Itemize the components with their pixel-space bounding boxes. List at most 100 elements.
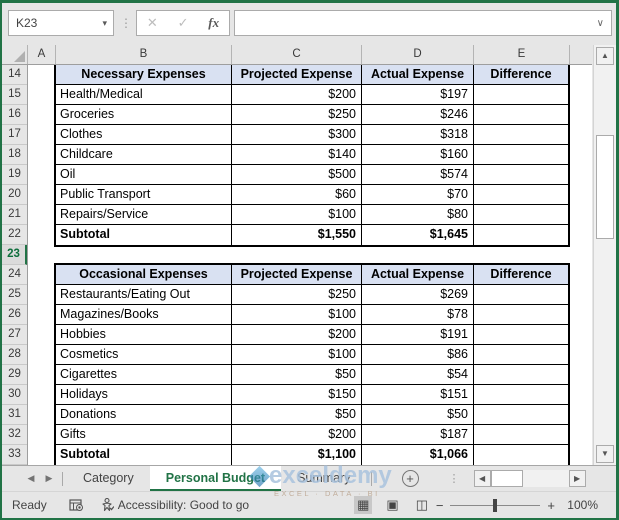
column-header-c[interactable]: C <box>232 45 362 64</box>
cell[interactable]: Actual Expense <box>362 265 474 285</box>
cell[interactable]: $246 <box>362 105 474 125</box>
cell[interactable]: Projected Expense <box>232 265 362 285</box>
cell[interactable]: $1,100 <box>232 445 362 465</box>
cell[interactable]: $318 <box>362 125 474 145</box>
cell[interactable]: $54 <box>362 365 474 385</box>
select-all-button[interactable] <box>2 45 28 64</box>
scroll-down-icon[interactable]: ▼ <box>596 445 614 463</box>
cell[interactable]: Occasional Expenses <box>56 265 232 285</box>
cell[interactable]: $574 <box>362 165 474 185</box>
row-header-25[interactable]: 25 <box>2 285 27 305</box>
cell[interactable] <box>474 285 568 305</box>
vertical-scroll-thumb[interactable] <box>596 135 614 239</box>
cell[interactable]: $151 <box>362 385 474 405</box>
cell[interactable]: $100 <box>232 205 362 225</box>
cell[interactable]: $50 <box>232 365 362 385</box>
row-header-24[interactable]: 24 <box>2 265 27 285</box>
insert-function-icon[interactable]: fx <box>208 15 219 31</box>
cancel-icon[interactable]: ✕ <box>147 15 158 31</box>
cell[interactable]: Subtotal <box>56 225 232 245</box>
cell[interactable]: Hobbies <box>56 325 232 345</box>
cell[interactable]: Difference <box>474 265 568 285</box>
zoom-level-label[interactable]: 100% <box>562 498 598 512</box>
sheet-grid[interactable]: Necessary Expenses Projected Expense Actua… <box>28 65 592 465</box>
cell[interactable]: Health/Medical <box>56 85 232 105</box>
cell[interactable] <box>474 345 568 365</box>
cell[interactable]: $60 <box>232 185 362 205</box>
cell[interactable]: Holidays <box>56 385 232 405</box>
macro-record-icon[interactable] <box>69 498 84 512</box>
tab-nav-right-icon[interactable]: ▶ <box>40 466 58 491</box>
row-header-32[interactable]: 32 <box>2 425 27 445</box>
cell[interactable]: $100 <box>232 345 362 365</box>
expand-formula-bar-icon[interactable]: ∨ <box>597 12 604 36</box>
cell[interactable] <box>474 85 568 105</box>
cell[interactable]: Gifts <box>56 425 232 445</box>
cell[interactable]: Childcare <box>56 145 232 165</box>
page-break-preview-icon[interactable]: ◫ <box>413 496 431 514</box>
column-header-a[interactable]: A <box>28 45 56 64</box>
tab-nav-left-icon[interactable]: ◀ <box>22 466 40 491</box>
cell[interactable]: $150 <box>232 385 362 405</box>
cell[interactable]: Projected Expense <box>232 65 362 85</box>
cell[interactable] <box>474 325 568 345</box>
cell[interactable]: Difference <box>474 65 568 85</box>
row-header-18[interactable]: 18 <box>2 145 27 165</box>
cell[interactable] <box>474 405 568 425</box>
formula-input[interactable]: ∨ <box>234 10 612 36</box>
row-header-20[interactable]: 20 <box>2 185 27 205</box>
cell[interactable] <box>474 125 568 145</box>
cell[interactable]: $250 <box>232 285 362 305</box>
cell[interactable]: $269 <box>362 285 474 305</box>
zoom-out-icon[interactable]: − <box>436 498 444 513</box>
cell[interactable]: $250 <box>232 105 362 125</box>
cell[interactable] <box>474 225 568 245</box>
cell[interactable] <box>474 425 568 445</box>
cell[interactable]: Subtotal <box>56 445 232 465</box>
row-header-22[interactable]: 22 <box>2 225 27 245</box>
cell[interactable] <box>474 445 568 465</box>
cell[interactable] <box>474 305 568 325</box>
row-header-29[interactable]: 29 <box>2 365 27 385</box>
cell[interactable]: $160 <box>362 145 474 165</box>
cell[interactable]: $197 <box>362 85 474 105</box>
vertical-scrollbar[interactable]: ▲ ▼ <box>593 45 616 465</box>
cell[interactable]: $1,550 <box>232 225 362 245</box>
row-header-23[interactable]: 23 <box>2 245 27 265</box>
row-header-15[interactable]: 15 <box>2 85 27 105</box>
cell[interactable]: Oil <box>56 165 232 185</box>
cell[interactable]: $500 <box>232 165 362 185</box>
row-header-31[interactable]: 31 <box>2 405 27 425</box>
cell[interactable]: Cigarettes <box>56 365 232 385</box>
row-header-26[interactable]: 26 <box>2 305 27 325</box>
cell[interactable]: $187 <box>362 425 474 445</box>
row-header-33[interactable]: 33 <box>2 445 27 465</box>
cell[interactable]: $100 <box>232 305 362 325</box>
cell[interactable] <box>474 105 568 125</box>
column-header-e[interactable]: E <box>474 45 570 64</box>
cell[interactable]: $70 <box>362 185 474 205</box>
sheet-tab-summary[interactable]: Summary <box>281 466 366 491</box>
scroll-right-icon[interactable]: ▶ <box>568 470 586 487</box>
row-header-27[interactable]: 27 <box>2 325 27 345</box>
cell[interactable]: Necessary Expenses <box>56 65 232 85</box>
cell[interactable]: Clothes <box>56 125 232 145</box>
cell[interactable]: $1,066 <box>362 445 474 465</box>
horizontal-scrollbar[interactable]: ◀ ▶ <box>473 470 586 487</box>
cell[interactable]: Repairs/Service <box>56 205 232 225</box>
cell[interactable]: $200 <box>232 325 362 345</box>
row-header-17[interactable]: 17 <box>2 125 27 145</box>
cell[interactable]: Groceries <box>56 105 232 125</box>
cell[interactable]: $200 <box>232 85 362 105</box>
cell[interactable]: Donations <box>56 405 232 425</box>
cell[interactable] <box>474 145 568 165</box>
cell[interactable]: Cosmetics <box>56 345 232 365</box>
name-box[interactable]: K23 ▾ <box>8 10 114 36</box>
cell[interactable] <box>474 185 568 205</box>
cell[interactable] <box>474 365 568 385</box>
new-sheet-button[interactable]: + <box>401 470 419 487</box>
cell[interactable] <box>474 205 568 225</box>
sheet-tab-personal-budget[interactable]: Personal Budget <box>149 466 282 491</box>
horizontal-scroll-thumb[interactable] <box>490 470 523 487</box>
cell[interactable]: $300 <box>232 125 362 145</box>
